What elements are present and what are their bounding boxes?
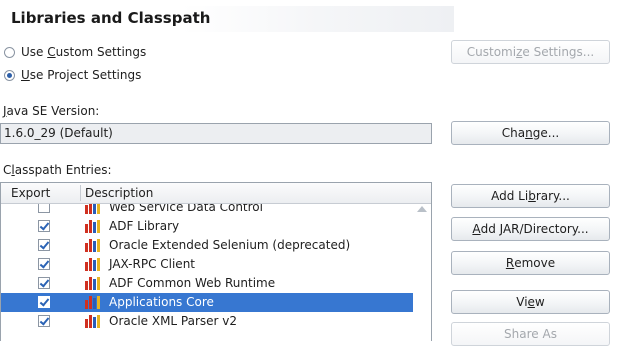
table-row[interactable]: JAX-RPC Client bbox=[1, 255, 413, 274]
row-description: JAX-RPC Client bbox=[109, 257, 195, 271]
scroll-up-arrow-icon[interactable] bbox=[417, 206, 427, 212]
library-icon bbox=[85, 220, 101, 233]
column-header-description[interactable]: Description bbox=[85, 183, 153, 203]
classpath-entries-label: Classpath Entries: bbox=[3, 163, 112, 177]
library-icon bbox=[85, 239, 101, 252]
view-button[interactable]: Vi e w bbox=[451, 290, 610, 314]
use-project-settings-radio[interactable]: Use Project Settings bbox=[0, 65, 141, 85]
java-version-label: Java SE Version: bbox=[3, 104, 100, 118]
row-description: Oracle Extended Selenium (deprecated) bbox=[109, 238, 351, 252]
vertical-scrollbar[interactable] bbox=[413, 204, 431, 341]
row-description: Oracle XML Parser v2 bbox=[109, 314, 238, 328]
library-icon bbox=[85, 277, 101, 290]
change-button[interactable]: Cha n ge... bbox=[451, 121, 610, 145]
classpath-table: Web Service Data Control ADF Library Oracl… bbox=[0, 182, 432, 341]
library-icon bbox=[85, 315, 101, 328]
row-description: ADF Common Web Runtime bbox=[109, 276, 276, 290]
share-as-button[interactable]: Share As bbox=[451, 322, 610, 346]
project-settings-label: Use Project Settings bbox=[21, 68, 142, 82]
table-row[interactable]: ADF Library bbox=[1, 217, 413, 236]
library-icon bbox=[85, 296, 101, 309]
table-row[interactable]: Applications Core bbox=[1, 293, 413, 312]
custom-settings-label: Use Custom Settings bbox=[21, 45, 147, 59]
table-row[interactable]: ADF Common Web Runtime bbox=[1, 274, 413, 293]
row-description: ADF Library bbox=[109, 219, 180, 233]
add-jar-directory-button[interactable]: Add JAR/Directory... bbox=[451, 217, 610, 241]
export-checkbox[interactable] bbox=[38, 296, 50, 308]
custom-settings-radio-circle[interactable] bbox=[4, 46, 15, 58]
column-separator[interactable] bbox=[80, 185, 81, 201]
table-row[interactable]: Oracle XML Parser v2 bbox=[1, 312, 413, 331]
java-version-field[interactable]: 1.6.0_29 (Default) bbox=[0, 123, 432, 144]
page-title: Libraries and Classpath bbox=[11, 9, 211, 27]
customize-settings-button[interactable]: Customi z e Settings... bbox=[451, 40, 610, 64]
export-checkbox[interactable] bbox=[38, 315, 50, 327]
use-custom-settings-radio[interactable]: Use Custom Settings bbox=[0, 42, 146, 62]
project-settings-radio-circle[interactable] bbox=[4, 69, 15, 81]
add-library-button[interactable]: Add Li b rary... bbox=[451, 184, 610, 208]
export-checkbox[interactable] bbox=[38, 277, 50, 289]
remove-button[interactable]: Remove bbox=[451, 251, 610, 275]
table-header: Export Description bbox=[1, 183, 431, 204]
table-row[interactable]: Oracle Extended Selenium (deprecated) bbox=[1, 236, 413, 255]
library-icon bbox=[85, 258, 101, 271]
classpath-rows: Web Service Data Control ADF Library Oracl… bbox=[1, 198, 413, 331]
export-checkbox[interactable] bbox=[38, 258, 50, 270]
export-checkbox[interactable] bbox=[38, 220, 50, 232]
row-description: Applications Core bbox=[109, 295, 214, 309]
column-header-export[interactable]: Export bbox=[11, 183, 50, 203]
export-checkbox[interactable] bbox=[38, 239, 50, 251]
